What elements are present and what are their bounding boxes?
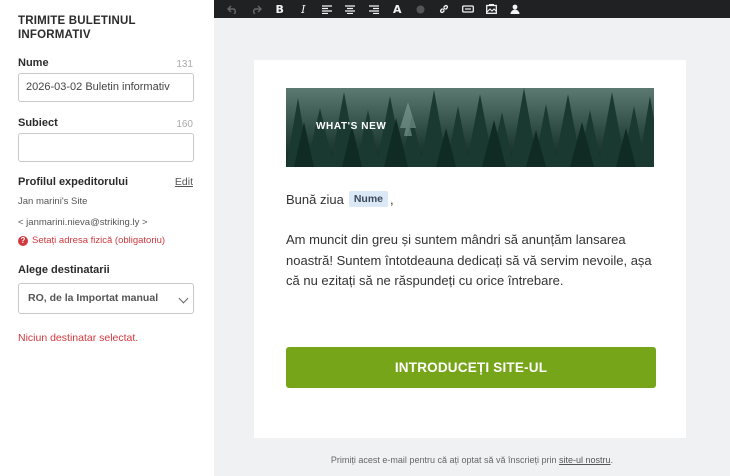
subject-label: Subiect: [18, 117, 58, 129]
hero-banner[interactable]: WHAT'S NEW: [286, 88, 654, 167]
sender-edit-link[interactable]: Edit: [175, 176, 193, 188]
address-warning[interactable]: ? Setați adresa fizică (obligatoriu): [18, 235, 165, 246]
email-preview: WHAT'S NEW Bună ziua Nume , Am muncit di…: [254, 60, 686, 438]
sender-email: < janmarini.nieva@striking.ly >: [18, 217, 148, 228]
align-right-icon[interactable]: [362, 0, 386, 18]
italic-icon[interactable]: I: [292, 0, 316, 18]
greeting-line[interactable]: Bună ziua Nume ,: [286, 191, 394, 207]
greeting-suffix: ,: [390, 191, 394, 207]
align-left-icon[interactable]: [315, 0, 339, 18]
email-body-text[interactable]: Am muncit din greu și suntem mândri să a…: [286, 230, 658, 292]
sender-profile-label: Profilul expeditorului: [18, 176, 129, 188]
recipients-label: Alege destinatarii: [18, 264, 110, 276]
recipients-select[interactable]: RO, de la Importat manual: [18, 283, 194, 314]
editor-toolbar: B I A: [214, 0, 730, 18]
subject-char-count: 160: [176, 119, 193, 130]
link-icon[interactable]: [433, 0, 457, 18]
address-warning-text: Setați adresa fizică (obligatoriu): [32, 235, 166, 246]
align-center-icon[interactable]: [339, 0, 363, 18]
subject-input[interactable]: [18, 133, 194, 162]
redo-icon[interactable]: [245, 0, 269, 18]
no-recipients-message: Niciun destinatar selectat.: [18, 332, 139, 344]
name-input[interactable]: 2026-03-02 Buletin informativ: [18, 73, 194, 102]
sidebar-title: TRIMITE BULETINUL INFORMATIV: [18, 15, 136, 41]
hero-title: WHAT'S NEW: [316, 121, 387, 132]
name-merge-tag[interactable]: Nume: [348, 191, 389, 207]
sender-name: Jan marini's Site: [18, 196, 88, 207]
sidebar: TRIMITE BULETINUL INFORMATIV Nume 131 20…: [0, 0, 214, 476]
color-icon[interactable]: [409, 0, 433, 18]
button-icon[interactable]: [456, 0, 480, 18]
recipients-selected-value: RO, de la Importat manual: [28, 292, 159, 304]
question-icon: ?: [18, 235, 28, 246]
footer-suffix: .: [610, 455, 614, 465]
greeting-text: Bună ziua: [286, 191, 344, 207]
email-editor: B I A WHAT'S NEW Bună ziua Nume , Am mun…: [214, 0, 730, 476]
undo-icon[interactable]: [221, 0, 245, 18]
footer-text: Primiți acest e-mail pentru că ați optat…: [330, 455, 557, 465]
footer-site-link[interactable]: site-ul nostru: [559, 455, 611, 465]
font-icon[interactable]: A: [386, 0, 410, 18]
cta-button[interactable]: INTRODUCEȚI SITE-UL: [286, 347, 656, 388]
name-char-count: 131: [176, 59, 193, 70]
email-footer: Primiți acest e-mail pentru că ați optat…: [214, 455, 730, 465]
image-icon[interactable]: [480, 0, 504, 18]
name-label: Nume: [18, 57, 49, 69]
chevron-down-icon: [178, 293, 189, 304]
user-icon[interactable]: [503, 0, 527, 18]
bold-icon[interactable]: B: [268, 0, 292, 18]
